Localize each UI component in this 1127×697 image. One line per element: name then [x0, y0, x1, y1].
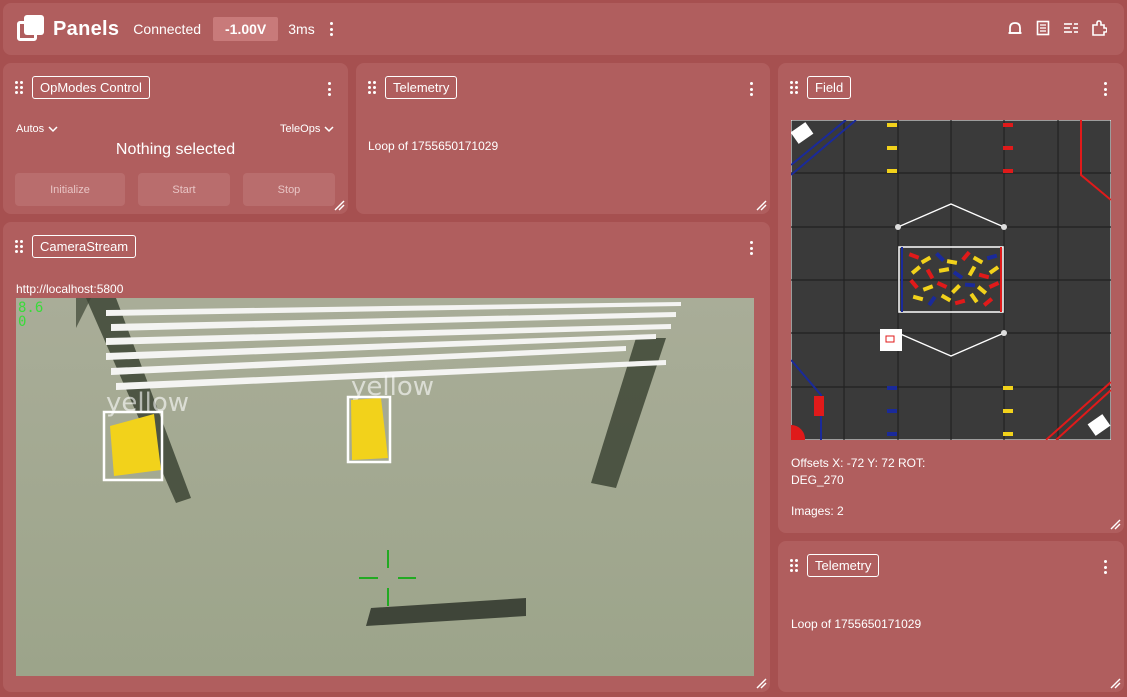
panel-menu-icon[interactable] — [320, 80, 338, 98]
camera-url: http://localhost:5800 — [16, 282, 124, 296]
panel-menu-icon[interactable] — [742, 239, 760, 257]
resize-handle-icon[interactable] — [1109, 518, 1121, 530]
telemetry-line: Loop of 1755650171029 — [368, 139, 499, 153]
puzzle-icon[interactable] — [1090, 19, 1108, 37]
panel-title: OpModes Control — [32, 76, 150, 99]
panel-title: Telemetry — [807, 554, 880, 577]
teleops-label: TeleOps — [280, 123, 321, 135]
autos-dropdown[interactable]: Autos — [16, 123, 58, 135]
field-images: Images: 2 — [791, 504, 844, 518]
field-map[interactable] — [790, 119, 1112, 441]
svg-text:0: 0 — [18, 314, 26, 330]
list-settings-icon[interactable] — [1062, 19, 1080, 37]
telemetry-line: Loop of 1755650171029 — [791, 617, 922, 631]
autos-label: Autos — [16, 123, 45, 135]
resize-handle-icon[interactable] — [755, 199, 767, 211]
document-icon[interactable] — [1034, 19, 1052, 37]
robot-marker-icon — [880, 329, 902, 351]
panel-title: Field — [807, 76, 852, 99]
resize-handle-icon[interactable] — [755, 677, 767, 689]
resize-handle-icon[interactable] — [333, 199, 345, 211]
field-rotation: DEG_270 — [791, 473, 844, 487]
bell-icon[interactable] — [1006, 19, 1024, 37]
resize-handle-icon[interactable] — [1109, 677, 1121, 689]
drag-handle-icon[interactable] — [790, 80, 798, 95]
panel-title: CameraStream — [32, 235, 137, 258]
latency-readout: 3ms — [288, 21, 315, 37]
telemetry-panel-2: Telemetry Loop of 1755650171029 — [778, 541, 1124, 692]
panel-menu-icon[interactable] — [742, 80, 760, 98]
stop-button[interactable]: Stop — [243, 173, 335, 206]
teleops-dropdown[interactable]: TeleOps — [280, 123, 334, 135]
initialize-button[interactable]: Initialize — [15, 173, 125, 206]
drag-handle-icon[interactable] — [790, 558, 798, 573]
chevron-down-icon — [324, 125, 334, 132]
drag-handle-icon[interactable] — [368, 80, 376, 95]
top-menu-icon[interactable] — [323, 20, 341, 38]
opmode-selection: Nothing selected — [115, 141, 236, 158]
opmodes-panel: OpModes Control Autos TeleOps Nothing se… — [3, 63, 348, 214]
chevron-down-icon — [48, 125, 58, 132]
drag-handle-icon[interactable] — [15, 239, 23, 254]
voltage-badge: -1.00V — [213, 17, 279, 41]
telemetry-panel: Telemetry Loop of 1755650171029 — [356, 63, 770, 214]
app-brand: Panels — [53, 17, 120, 40]
drag-handle-icon[interactable] — [15, 80, 23, 95]
panels-logo-icon — [17, 15, 45, 43]
panel-menu-icon[interactable] — [1096, 80, 1114, 98]
connection-status: Connected — [133, 21, 202, 37]
start-button[interactable]: Start — [138, 173, 230, 206]
panel-menu-icon[interactable] — [1096, 558, 1114, 576]
top-bar: Panels Connected -1.00V 3ms — [3, 3, 1124, 55]
field-offsets: Offsets X: -72 Y: 72 ROT: — [791, 456, 926, 470]
camera-feed[interactable]: 8.6 0 yellow yellow — [16, 298, 754, 676]
panel-title: Telemetry — [385, 76, 458, 99]
detection-label: yellow — [106, 388, 189, 418]
